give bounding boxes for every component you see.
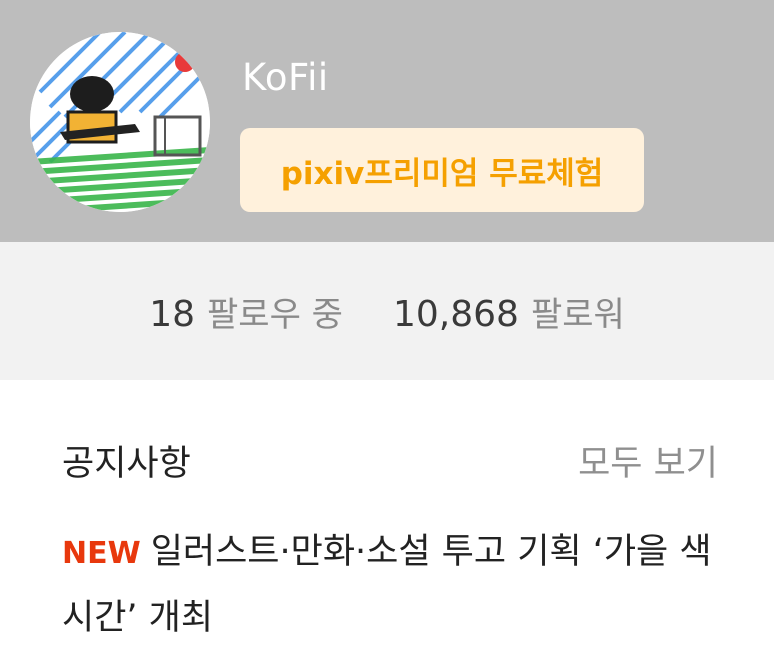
- following-label: 팔로우 중: [207, 294, 343, 335]
- premium-trial-button[interactable]: pixiv프리미엄 무료체험: [240, 128, 644, 212]
- avatar-image: [30, 32, 210, 212]
- following-stat[interactable]: 18 팔로우 중: [149, 287, 343, 336]
- notice-item[interactable]: NEW 일러스트·만화·소설 투고 기획 ‘가을 색 시간’ 개최: [62, 520, 722, 651]
- followers-label: 팔로워: [530, 294, 625, 335]
- new-badge: NEW: [62, 536, 141, 571]
- follow-stats: 18 팔로우 중 10,868 팔로워: [0, 242, 774, 380]
- username: KoFii: [242, 56, 329, 99]
- notices-title: 공지사항: [62, 443, 191, 484]
- view-all-link[interactable]: 모두 보기: [578, 435, 718, 486]
- profile-header: KoFii pixiv프리미엄 무료체험: [0, 0, 774, 242]
- notices-section: 공지사항 모두 보기 NEW 일러스트·만화·소설 투고 기획 ‘가을 색 시간’…: [0, 380, 774, 671]
- avatar[interactable]: [30, 32, 210, 212]
- followers-count: 10,868: [392, 293, 519, 335]
- notice-text: 일러스트·만화·소설 투고 기획 ‘가을 색 시간’ 개최: [62, 532, 712, 638]
- following-count: 18: [149, 293, 196, 335]
- notices-header: 공지사항 모두 보기: [62, 438, 718, 484]
- followers-stat[interactable]: 10,868 팔로워: [393, 287, 625, 336]
